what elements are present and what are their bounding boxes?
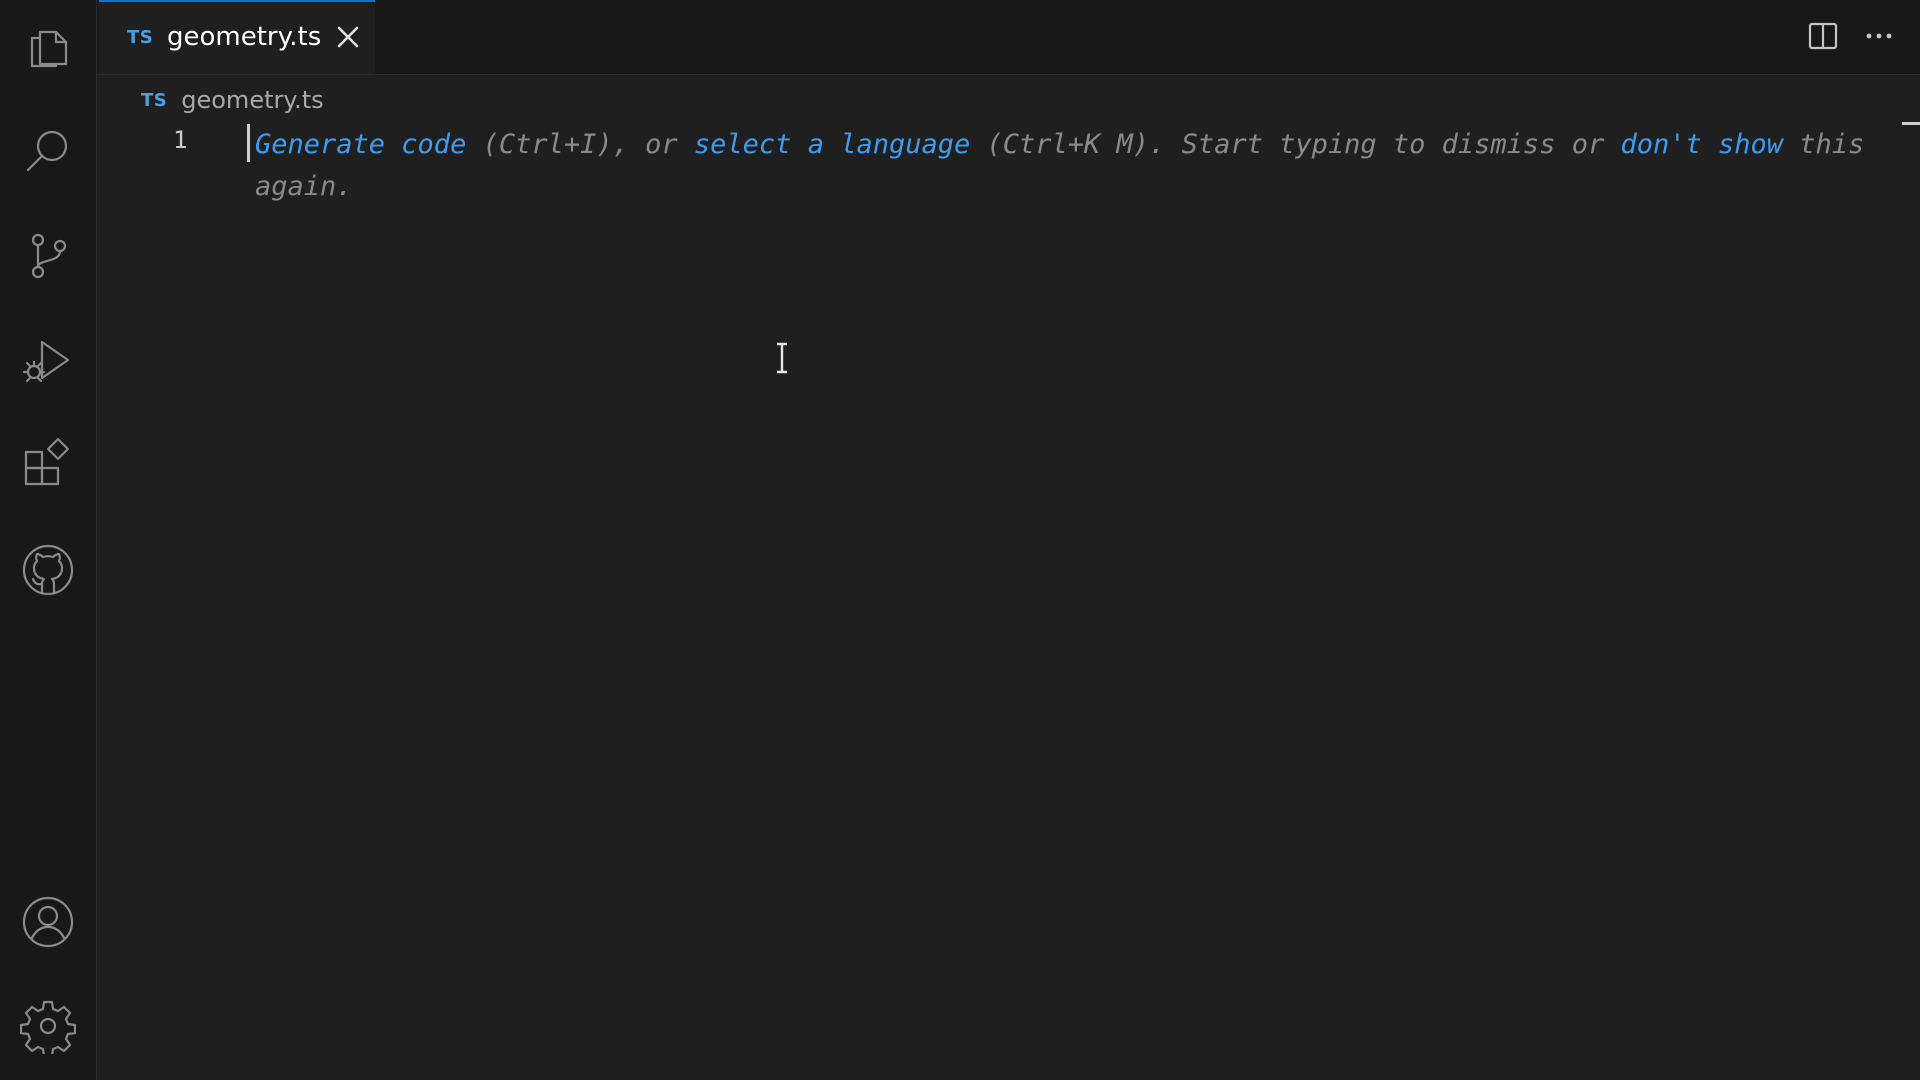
source-control-icon [20,228,76,288]
search-button[interactable] [0,106,96,202]
run-debug-button[interactable] [0,314,96,410]
accounts-button[interactable] [0,876,96,972]
github-icon [20,542,76,602]
more-actions-button[interactable] [1859,16,1899,56]
settings-gear-icon [19,998,77,1058]
tab-close-button[interactable] [331,20,365,54]
tab-label: geometry.ts [167,22,322,52]
run-debug-icon [20,332,76,392]
split-editor-icon [1807,20,1839,52]
hint-text-1: (Ctrl+I), or [466,129,694,160]
close-icon [335,24,361,50]
line-number: 1 [173,126,188,154]
tab-bar: TS geometry.ts [97,0,1920,75]
activity-bar [0,0,97,1080]
select-language-link[interactable]: select a language [694,129,970,160]
editor-area: TS geometry.ts TS geometry.ts 1 Generate… [97,0,1920,1080]
manage-settings-button[interactable] [0,980,96,1076]
generate-code-link[interactable]: Generate code [255,129,466,160]
explorer-button[interactable] [0,0,96,96]
tab-geometry-ts[interactable]: TS geometry.ts [99,0,375,74]
explorer-icon [20,18,76,78]
empty-editor-hint: Generate code (Ctrl+I), or select a lang… [255,124,1915,208]
typescript-file-icon: TS [141,89,168,111]
vscode-window: TS geometry.ts TS geometry.ts 1 Generate… [0,0,1920,1080]
search-icon [20,124,76,184]
mouse-ibeam-cursor [773,342,791,374]
text-cursor [247,124,250,162]
typescript-file-icon: TS [127,27,154,48]
account-icon [20,894,76,954]
extensions-icon [20,436,76,496]
breadcrumb: TS geometry.ts [141,82,324,118]
hint-text-2: (Ctrl+K M). Start typing to dismiss or [970,129,1621,160]
split-editor-button[interactable] [1803,16,1843,56]
source-control-button[interactable] [0,210,96,306]
dont-show-again-link[interactable]: don't show [1620,129,1783,160]
github-button[interactable] [0,524,96,620]
more-actions-icon [1863,20,1895,52]
breadcrumb-item-geometry-ts[interactable]: geometry.ts [181,86,323,114]
extensions-button[interactable] [0,418,96,514]
